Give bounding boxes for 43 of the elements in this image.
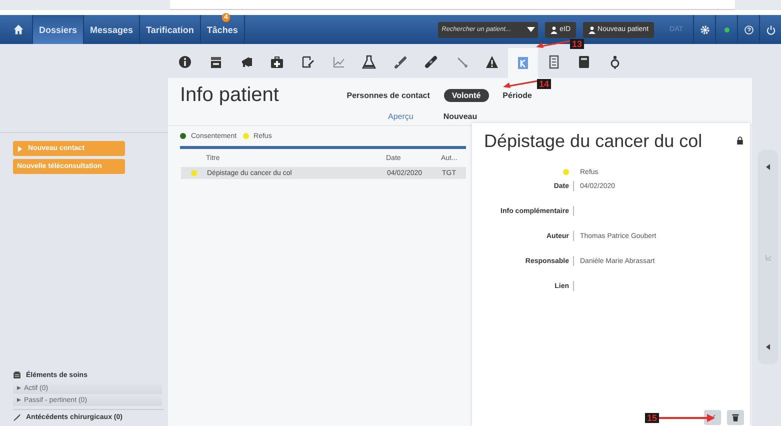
- tab[interactable]: Volonté: [444, 88, 489, 102]
- callout-number: 15: [645, 413, 660, 423]
- detail-title: Dépistage du cancer du col: [484, 131, 704, 152]
- help-icon: [744, 24, 754, 34]
- subtab[interactable]: Nouveau: [443, 112, 478, 120]
- person-icon: [550, 26, 558, 34]
- person-icon: [588, 26, 596, 34]
- collapse-arrow-icon[interactable]: [766, 344, 770, 350]
- subtab[interactable]: Aperçu: [388, 112, 414, 120]
- arrow-icon: [659, 414, 716, 422]
- edit-note-icon: [301, 55, 316, 69]
- settings-icon: [700, 24, 710, 34]
- document-icon: [546, 55, 561, 69]
- delete-button[interactable]: [727, 410, 744, 425]
- caret-icon: [526, 27, 535, 32]
- callout-number: 14: [537, 79, 552, 89]
- expand-arrow-icon[interactable]: [17, 386, 21, 390]
- tab[interactable]: Période: [494, 88, 540, 102]
- cabinet-icon: [13, 371, 21, 379]
- tab[interactable]: Personnes de contact: [338, 88, 438, 102]
- bandage-icon: [393, 55, 408, 69]
- arrow-icon: [18, 146, 22, 152]
- page-title: Info patient: [180, 84, 280, 106]
- warning-icon: [485, 55, 500, 69]
- info-icon: [178, 55, 192, 69]
- trash-icon: [731, 413, 740, 422]
- plaster-icon: [424, 55, 438, 69]
- nav-tab[interactable]: Dossiers: [33, 15, 84, 44]
- collapse-arrow-icon[interactable]: [766, 164, 770, 170]
- power-icon: [766, 24, 776, 34]
- medical-kit-icon: [270, 55, 284, 69]
- document-icon: [516, 56, 530, 70]
- expand-arrow-icon[interactable]: [17, 398, 21, 402]
- line-chart-icon: [332, 55, 346, 69]
- notebook-icon: [577, 55, 592, 69]
- dropdown-button[interactable]: [524, 22, 538, 38]
- home-icon: [13, 24, 24, 35]
- arrow-icon: [536, 40, 570, 48]
- tube-icon: [454, 55, 469, 69]
- scalpel-icon: [13, 413, 21, 421]
- arrow-icon: [503, 80, 537, 88]
- flask-icon: [362, 55, 376, 69]
- callout-number: 13: [570, 39, 584, 49]
